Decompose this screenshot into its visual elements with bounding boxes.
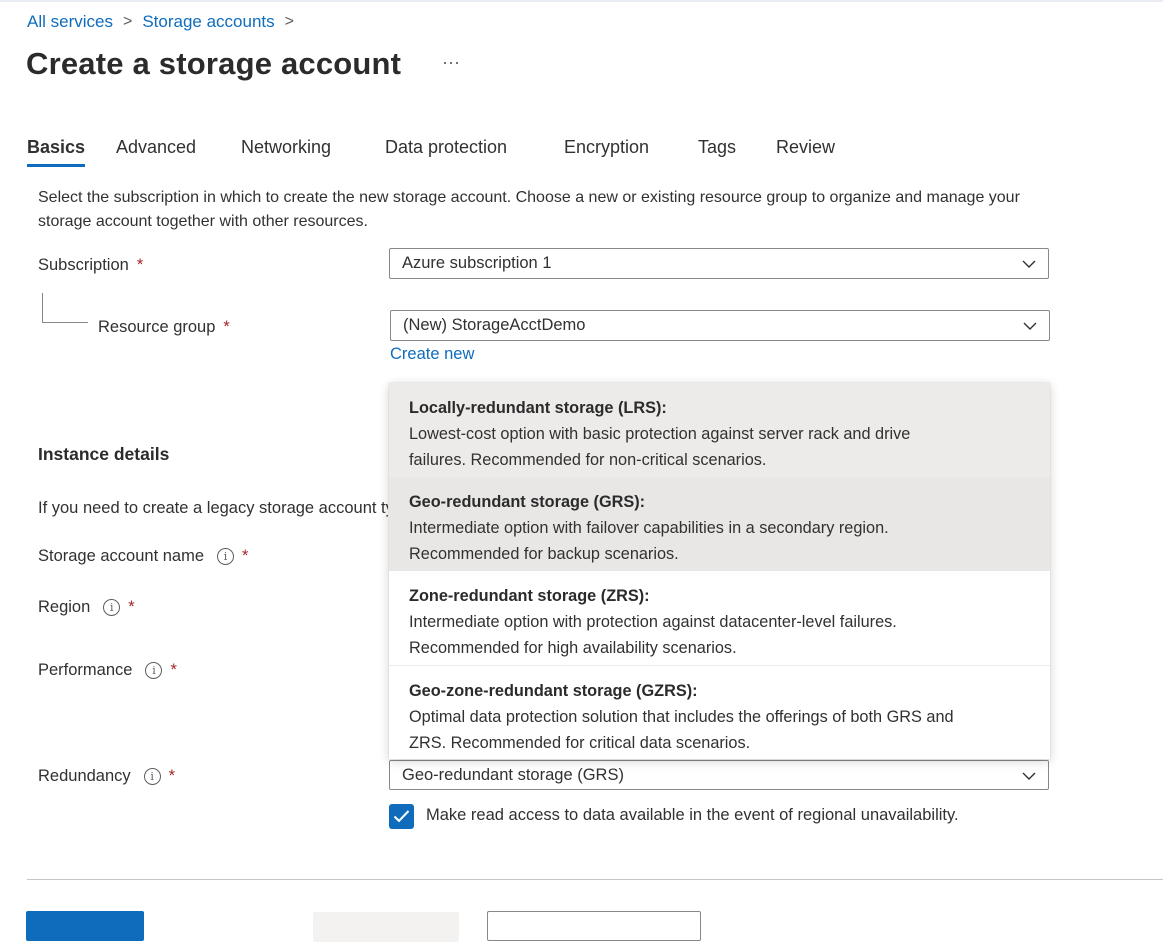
resource-group-label-text: Resource group <box>98 318 216 336</box>
region-label: Region i * <box>38 598 135 617</box>
option-desc: Recommended for high availability scenar… <box>409 639 737 657</box>
tab-advanced[interactable]: Advanced <box>116 137 196 158</box>
subscription-select[interactable]: Azure subscription 1 <box>389 248 1049 279</box>
tree-connector <box>42 293 88 323</box>
instance-details-heading: Instance details <box>38 444 170 464</box>
tab-data-protection[interactable]: Data protection <box>385 137 507 158</box>
option-title: Zone-redundant storage (ZRS): <box>409 587 650 605</box>
option-desc: Intermediate option with failover capabi… <box>409 519 889 537</box>
option-grs[interactable]: Geo-redundant storage (GRS): Intermediat… <box>389 477 1050 571</box>
option-zrs[interactable]: Zone-redundant storage (ZRS): Intermedia… <box>389 571 1050 665</box>
redundancy-text: Redundancy <box>38 767 131 785</box>
subscription-label: Subscription * <box>38 256 143 275</box>
option-lrs[interactable]: Locally-redundant storage (LRS): Lowest-… <box>389 383 1050 477</box>
option-desc: failures. Recommended for non-critical s… <box>409 451 767 469</box>
tab-basics[interactable]: Basics <box>27 137 86 167</box>
top-border <box>0 0 1163 2</box>
performance-text: Performance <box>38 661 133 679</box>
option-desc: Lowest-cost option with basic protection… <box>409 425 911 443</box>
page-title: Create a storage account <box>26 46 402 81</box>
option-desc: Recommended for backup scenarios. <box>409 545 679 563</box>
legacy-account-text: If you need to create a legacy storage a… <box>38 499 388 517</box>
required-mark: * <box>136 256 144 274</box>
chevron-down-icon <box>1022 260 1036 268</box>
storage-account-name-label: Storage account name i * <box>38 547 248 566</box>
resource-group-select[interactable]: (New) StorageAcctDemo <box>390 310 1050 341</box>
checkmark-icon <box>393 810 410 823</box>
ellipsis-icon[interactable]: ··· <box>442 52 460 73</box>
info-icon[interactable]: i <box>143 768 161 785</box>
breadcrumb-storage-accounts[interactable]: Storage accounts <box>142 12 274 32</box>
subscription-value: Azure subscription 1 <box>402 254 552 272</box>
create-new-link[interactable]: Create new <box>390 345 474 364</box>
storage-account-name-text: Storage account name <box>38 547 205 565</box>
region-text: Region <box>38 598 91 616</box>
option-title: Geo-zone-redundant storage (GZRS): <box>409 682 698 700</box>
read-access-label: Make read access to data available in th… <box>426 806 959 824</box>
option-gzrs[interactable]: Geo-zone-redundant storage (GZRS): Optim… <box>389 666 1050 759</box>
chevron-right-icon: > <box>284 13 294 30</box>
required-mark: * <box>168 767 176 785</box>
breadcrumb-all-services[interactable]: All services <box>27 12 113 32</box>
read-access-checkbox[interactable] <box>389 804 414 829</box>
scroll-clip <box>0 174 1163 190</box>
chevron-down-icon <box>1023 322 1037 330</box>
breadcrumb: All services > Storage accounts > <box>27 12 304 32</box>
redundancy-label: Redundancy i * <box>38 767 175 786</box>
subscription-label-text: Subscription <box>38 256 129 274</box>
tab-encryption[interactable]: Encryption <box>564 137 649 158</box>
tab-tags[interactable]: Tags <box>698 137 736 158</box>
option-desc: ZRS. Recommended for critical data scena… <box>409 734 751 752</box>
resource-group-label: Resource group * <box>98 318 230 337</box>
required-mark: * <box>223 318 230 336</box>
option-title: Locally-redundant storage (LRS): <box>409 399 667 417</box>
tab-review[interactable]: Review <box>776 137 835 158</box>
tab-networking[interactable]: Networking <box>241 137 331 158</box>
performance-label: Performance i * <box>38 661 177 680</box>
info-icon[interactable]: i <box>217 548 235 565</box>
required-mark: * <box>128 598 135 616</box>
resource-group-value: (New) StorageAcctDemo <box>403 316 586 334</box>
redundancy-value: Geo-redundant storage (GRS) <box>402 765 624 784</box>
redundancy-select[interactable]: Geo-redundant storage (GRS) <box>389 760 1049 790</box>
required-mark: * <box>170 661 177 679</box>
info-icon[interactable]: i <box>103 599 121 616</box>
required-mark: * <box>242 547 249 565</box>
intro-text: Select the subscription in which to crea… <box>38 189 1020 230</box>
chevron-right-icon: > <box>122 13 133 30</box>
info-icon[interactable]: i <box>145 662 163 679</box>
option-desc: Optimal data protection solution that in… <box>409 708 954 726</box>
chevron-down-icon <box>1022 772 1036 780</box>
option-desc: Intermediate option with protection agai… <box>409 613 897 631</box>
previous-button[interactable] <box>313 912 459 942</box>
option-title: Geo-redundant storage (GRS): <box>409 493 646 511</box>
redundancy-dropdown-list: Locally-redundant storage (LRS): Lowest-… <box>389 383 1050 759</box>
footer-divider <box>27 879 1163 880</box>
